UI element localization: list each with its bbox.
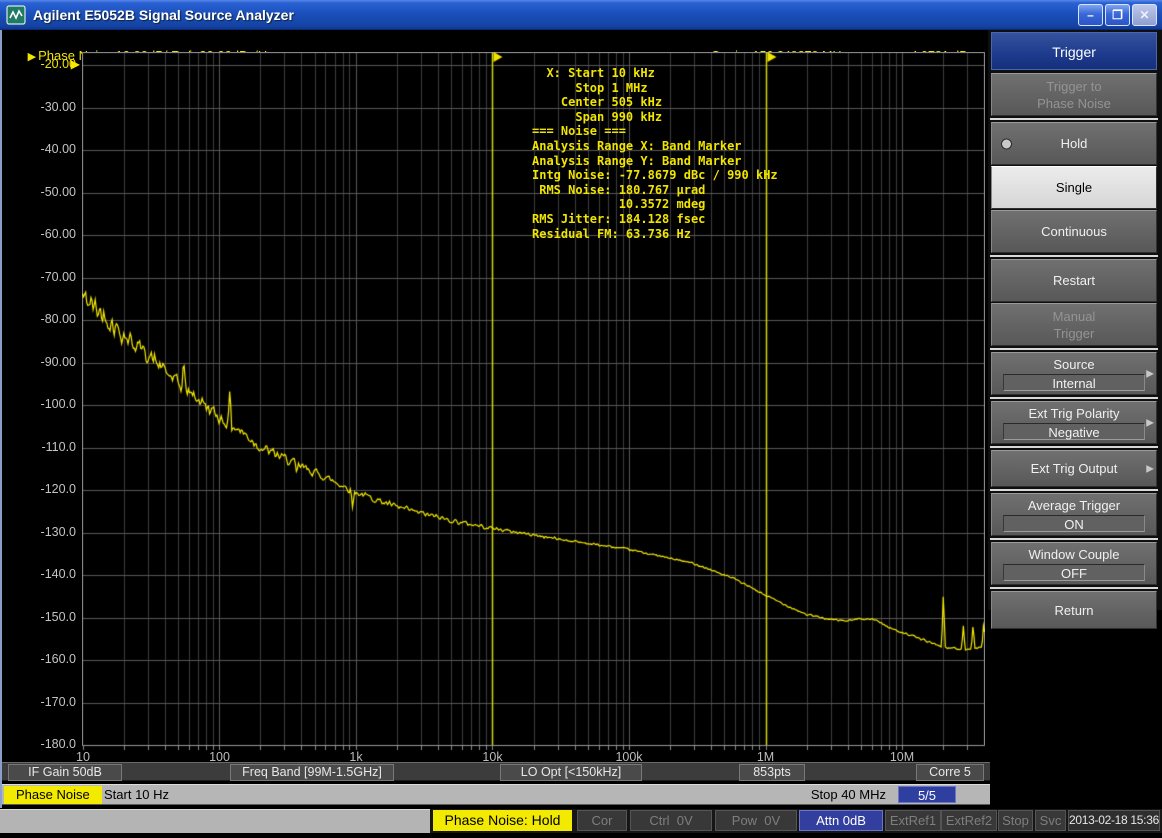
softkey-single[interactable]: Single xyxy=(991,166,1157,209)
softkey-label: Return xyxy=(1054,602,1093,619)
softkey-source[interactable]: SourceInternal▶ xyxy=(991,352,1157,395)
app-window: Agilent E5052B Signal Source Analyzer – … xyxy=(0,0,1162,838)
softkey-manual-trigger[interactable]: Manual Trigger xyxy=(991,303,1157,346)
sweep-range-bar: Phase Noise Start 10 Hz Stop 40 MHz 5/5 xyxy=(2,784,990,805)
settings-segment: Corre 5 xyxy=(916,764,984,781)
softkey-label: Single xyxy=(1056,179,1092,196)
softkey-value: Internal xyxy=(1003,374,1144,391)
status-indicator-cor: Cor xyxy=(577,810,627,831)
selected-radio-icon xyxy=(1001,138,1012,149)
noise-analysis-readout: X: Start 10 kHz Stop 1 MHz Center 505 kH… xyxy=(532,66,778,241)
y-axis-label: -50.00 xyxy=(4,185,76,199)
softkey-value: Negative xyxy=(1003,423,1144,440)
softkey-value: ON xyxy=(1003,515,1144,532)
restore-button[interactable]: ❐ xyxy=(1105,4,1130,26)
softkey-label: Manual Trigger xyxy=(1053,308,1096,342)
softkey-label: Ext Trig Output xyxy=(1031,460,1118,477)
status-indicator-attn-0db: Attn 0dB xyxy=(799,810,883,831)
softkey-ext-trig-output[interactable]: Ext Trig Output ▶ xyxy=(991,450,1157,487)
softkey-separator xyxy=(990,489,1158,491)
clock: 2013-02-18 15:36 xyxy=(1068,810,1160,831)
softkey-separator xyxy=(990,255,1158,257)
y-axis-label: -150.0 xyxy=(4,610,76,624)
status-indicator-ctrl-0v: Ctrl 0V xyxy=(630,810,712,831)
softkey-label: Hold xyxy=(1061,135,1088,152)
y-axis-label: -30.00 xyxy=(4,100,76,114)
window-title: Agilent E5052B Signal Source Analyzer xyxy=(33,7,294,23)
softkey-menu: Trigger Trigger to Phase Noise Hold Single… xyxy=(988,30,1162,610)
status-indicator-stop: Stop xyxy=(998,810,1033,831)
y-axis-label: -130.0 xyxy=(4,525,76,539)
submenu-arrow-icon: ▶ xyxy=(1146,460,1154,477)
softkey-separator xyxy=(990,446,1158,448)
softkey-label: Window Couple xyxy=(1028,546,1119,563)
softkey-separator xyxy=(990,348,1158,350)
y-axis-label: -140.0 xyxy=(4,567,76,581)
app-icon xyxy=(6,5,26,25)
settings-segment: Freq Band [99M-1.5GHz] xyxy=(230,764,394,781)
softkey-trigger-to-phase-noise[interactable]: Trigger to Phase Noise xyxy=(991,73,1157,116)
y-axis-label: -110.0 xyxy=(4,440,76,454)
softkey-label: Ext Trig Polarity xyxy=(1028,405,1119,422)
status-indicator-svc: Svc xyxy=(1035,810,1066,831)
y-axis-label: -120.0 xyxy=(4,482,76,496)
measurement-settings-bar: IF Gain 50dB Freq Band [99M-1.5GHz] LO Opt… xyxy=(2,762,990,781)
softkey-buttons: Trigger to Phase Noise Hold Single Continuo… xyxy=(988,73,1162,629)
status-indicator-extref1: ExtRef1 xyxy=(885,810,941,831)
softkey-restart[interactable]: Restart xyxy=(991,259,1157,302)
softkey-continuous[interactable]: Continuous xyxy=(991,210,1157,253)
softkey-separator xyxy=(990,118,1158,120)
sweep-stop-label: Stop 40 MHz xyxy=(811,787,886,802)
softkey-separator xyxy=(990,538,1158,540)
softkey-separator xyxy=(990,397,1158,399)
softkey-return[interactable]: Return xyxy=(991,591,1157,629)
softkey-hold[interactable]: Hold xyxy=(991,122,1157,165)
status-indicator-extref2: ExtRef2 xyxy=(941,810,997,831)
settings-segment: 853pts xyxy=(739,764,805,781)
page-indicator[interactable]: 5/5 xyxy=(898,786,956,803)
softkey-average-trigger[interactable]: Average TriggerON xyxy=(991,493,1157,536)
active-trace-chip: Phase Noise xyxy=(4,786,102,804)
y-axis-label: -80.00 xyxy=(4,312,76,326)
softkey-label: Continuous xyxy=(1041,223,1107,240)
y-axis-label: -170.0 xyxy=(4,695,76,709)
submenu-arrow-icon: ▶ xyxy=(1146,365,1154,382)
softkey-label: Source xyxy=(1053,356,1094,373)
y-axis-label: -90.00 xyxy=(4,355,76,369)
softkey-separator xyxy=(990,587,1158,589)
y-axis-label: -160.0 xyxy=(4,652,76,666)
settings-segment: IF Gain 50dB xyxy=(8,764,122,781)
y-axis-label: -40.00 xyxy=(4,142,76,156)
statusbar-message-area xyxy=(0,809,430,833)
softkey-menu-title: Trigger xyxy=(991,32,1157,70)
measurement-state-chip: Phase Noise: Hold xyxy=(433,810,572,831)
softkey-label: Trigger to Phase Noise xyxy=(1037,78,1111,112)
status-bar: Phase Noise: Hold 2013-02-18 15:36 CorCt… xyxy=(0,809,1162,833)
softkey-label: Restart xyxy=(1053,272,1095,289)
status-indicator-pow-0v: Pow 0V xyxy=(715,810,797,831)
titlebar: Agilent E5052B Signal Source Analyzer – … xyxy=(0,0,1162,30)
y-axis-label: -60.00 xyxy=(4,227,76,241)
minimize-button[interactable]: – xyxy=(1078,4,1103,26)
submenu-arrow-icon: ▶ xyxy=(1146,414,1154,431)
y-axis-label: -180.0 xyxy=(4,737,76,751)
window-controls: – ❐ ✕ xyxy=(1078,4,1157,26)
y-axis-label: -70.00 xyxy=(4,270,76,284)
settings-segment: LO Opt [<150kHz] xyxy=(500,764,642,781)
y-axis-label: -20.00 xyxy=(4,57,76,71)
measurement-display: ▶Phase Noise 10.00dB/ Ref -20.00dBc/Hz ┬… xyxy=(0,30,988,808)
softkey-value: OFF xyxy=(1003,564,1144,581)
sweep-start-label: Start 10 Hz xyxy=(104,787,169,802)
softkey-ext-trig-polarity[interactable]: Ext Trig PolarityNegative▶ xyxy=(991,401,1157,444)
softkey-window-couple[interactable]: Window CoupleOFF xyxy=(991,542,1157,585)
softkey-label: Average Trigger xyxy=(1028,497,1120,514)
close-button[interactable]: ✕ xyxy=(1132,4,1157,26)
y-axis-label: -100.0 xyxy=(4,397,76,411)
